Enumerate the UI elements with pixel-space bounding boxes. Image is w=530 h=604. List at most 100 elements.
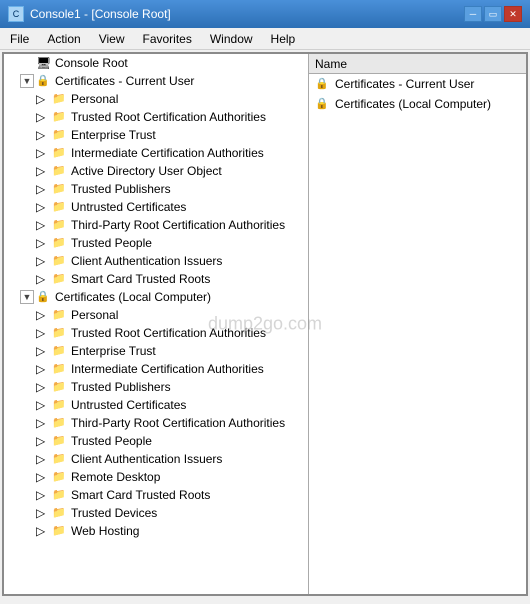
tree-local-computer-child[interactable]: ▷ 📁 Trusted Devices <box>4 504 308 522</box>
folder-icon: 📁 <box>52 326 68 340</box>
tree-current-user-child[interactable]: ▷ 📁 Smart Card Trusted Roots <box>4 270 308 288</box>
expand-placeholder: ▷ <box>36 524 50 538</box>
tree-current-user-child[interactable]: ▷ 📁 Trusted Publishers <box>4 180 308 198</box>
folder-icon: 📁 <box>52 380 68 394</box>
tree-local-computer-child[interactable]: ▷ 📁 Untrusted Certificates <box>4 396 308 414</box>
tree-local-computer-child[interactable]: ▷ 📁 Smart Card Trusted Roots <box>4 486 308 504</box>
tree-child-label: Trusted Root Certification Authorities <box>71 110 266 124</box>
folder-icon: 📁 <box>52 470 68 484</box>
tree-local-computer-child[interactable]: ▷ 📁 Client Authentication Issuers <box>4 450 308 468</box>
menu-bar: File Action View Favorites Window Help <box>0 28 530 50</box>
folder-icon: 📁 <box>52 452 68 466</box>
folder-icon: 📁 <box>52 218 68 232</box>
menu-item-view[interactable]: View <box>91 29 133 49</box>
tree-child-label: Untrusted Certificates <box>71 200 186 214</box>
tree-current-user-child[interactable]: ▷ 📁 Untrusted Certificates <box>4 198 308 216</box>
folder-icon: 📁 <box>52 200 68 214</box>
tree-child-label: Smart Card Trusted Roots <box>71 272 210 286</box>
expand-current-user[interactable]: ▼ <box>20 74 34 88</box>
right-pane-item[interactable]: 🔒 Certificates - Current User <box>309 74 526 94</box>
folder-icon: 📁 <box>52 524 68 538</box>
tree-local-computer-child[interactable]: ▷ 📁 Intermediate Certification Authoriti… <box>4 360 308 378</box>
folder-icon: 📁 <box>52 146 68 160</box>
tree-child-label: Trusted Publishers <box>71 380 171 394</box>
local-computer-children: ▷ 📁 Personal ▷ 📁 Trusted Root Certificat… <box>4 306 308 540</box>
expand-local-computer[interactable]: ▼ <box>20 290 34 304</box>
folder-icon: 📁 <box>52 434 68 448</box>
expand-placeholder: ▷ <box>36 470 50 484</box>
folder-icon: 📁 <box>52 362 68 376</box>
tree-local-computer-child[interactable]: ▷ 📁 Trusted Root Certification Authoriti… <box>4 324 308 342</box>
tree-current-user-child[interactable]: ▷ 📁 Intermediate Certification Authoriti… <box>4 144 308 162</box>
folder-icon: 📁 <box>52 164 68 178</box>
expand-placeholder: ▷ <box>36 506 50 520</box>
folder-icon: 📁 <box>52 506 68 520</box>
root-icon: 🖥 <box>36 56 52 70</box>
expand-placeholder: ▷ <box>36 398 50 412</box>
folder-icon: 📁 <box>52 182 68 196</box>
menu-item-favorites[interactable]: Favorites <box>135 29 200 49</box>
folder-icon: 📁 <box>52 92 68 106</box>
folder-icon: 📁 <box>52 416 68 430</box>
tree-child-label: Intermediate Certification Authorities <box>71 146 264 160</box>
cert-icon-current-user: 🔒 <box>36 74 52 88</box>
tree-current-user-child[interactable]: ▷ 📁 Active Directory User Object <box>4 162 308 180</box>
expand-placeholder: ▷ <box>36 164 50 178</box>
tree-child-label: Intermediate Certification Authorities <box>71 362 264 376</box>
expand-placeholder: ▷ <box>36 200 50 214</box>
expand-placeholder: ▷ <box>36 272 50 286</box>
tree-local-computer-child[interactable]: ▷ 📁 Remote Desktop <box>4 468 308 486</box>
tree-root-node[interactable]: 🖥 Console Root <box>4 54 308 72</box>
expand-placeholder: ▷ <box>36 380 50 394</box>
tree-local-computer-child[interactable]: ▷ 📁 Web Hosting <box>4 522 308 540</box>
restore-button[interactable]: ▭ <box>484 6 502 22</box>
folder-icon: 📁 <box>52 272 68 286</box>
current-user-children: ▷ 📁 Personal ▷ 📁 Trusted Root Certificat… <box>4 90 308 288</box>
folder-icon: 📁 <box>52 110 68 124</box>
folder-icon: 📁 <box>52 344 68 358</box>
tree-current-user-child[interactable]: ▷ 📁 Enterprise Trust <box>4 126 308 144</box>
tree-local-computer-child[interactable]: ▷ 📁 Personal <box>4 306 308 324</box>
close-button[interactable]: ✕ <box>504 6 522 22</box>
expand-placeholder: ▷ <box>36 218 50 232</box>
expand-placeholder: ▷ <box>36 182 50 196</box>
minimize-button[interactable]: ─ <box>464 6 482 22</box>
menu-item-action[interactable]: Action <box>39 29 88 49</box>
tree-current-user-child[interactable]: ▷ 📁 Third-Party Root Certification Autho… <box>4 216 308 234</box>
expand-placeholder: ▷ <box>36 326 50 340</box>
tree-child-label: Trusted People <box>71 236 152 250</box>
tree-current-user-node[interactable]: ▼ 🔒 Certificates - Current User <box>4 72 308 90</box>
tree-local-computer-child[interactable]: ▷ 📁 Enterprise Trust <box>4 342 308 360</box>
expand-placeholder: ▷ <box>36 308 50 322</box>
tree-child-label: Third-Party Root Certification Authoriti… <box>71 218 285 232</box>
menu-item-window[interactable]: Window <box>202 29 261 49</box>
tree-child-label: Web Hosting <box>71 524 139 538</box>
expand-placeholder: ▷ <box>36 344 50 358</box>
folder-icon: 📁 <box>52 254 68 268</box>
folder-icon: 📁 <box>52 308 68 322</box>
cert-icon: 🔒 <box>315 97 331 111</box>
tree-local-computer-child[interactable]: ▷ 📁 Trusted Publishers <box>4 378 308 396</box>
tree-root-label: Console Root <box>55 56 128 70</box>
right-item-label: Certificates - Current User <box>335 77 474 91</box>
right-pane-item[interactable]: 🔒 Certificates (Local Computer) <box>309 94 526 114</box>
tree-current-user-child[interactable]: ▷ 📁 Trusted People <box>4 234 308 252</box>
tree-current-user-child[interactable]: ▷ 📁 Client Authentication Issuers <box>4 252 308 270</box>
right-items: 🔒 Certificates - Current User 🔒 Certific… <box>309 74 526 114</box>
tree-child-label: Trusted Publishers <box>71 182 171 196</box>
tree-current-user-child[interactable]: ▷ 📁 Trusted Root Certification Authoriti… <box>4 108 308 126</box>
tree-current-user-child[interactable]: ▷ 📁 Personal <box>4 90 308 108</box>
expand-placeholder: ▷ <box>36 434 50 448</box>
tree-local-computer-label: Certificates (Local Computer) <box>55 290 211 304</box>
tree-local-computer-child[interactable]: ▷ 📁 Trusted People <box>4 432 308 450</box>
tree-child-label: Active Directory User Object <box>71 164 222 178</box>
tree-local-computer-child[interactable]: ▷ 📁 Third-Party Root Certification Autho… <box>4 414 308 432</box>
title-bar: C Console1 - [Console Root] ─ ▭ ✕ <box>0 0 530 28</box>
cert-icon-local-computer: 🔒 <box>36 290 52 304</box>
menu-item-help[interactable]: Help <box>263 29 304 49</box>
tree-child-label: Enterprise Trust <box>71 128 156 142</box>
tree-local-computer-node[interactable]: ▼ 🔒 Certificates (Local Computer) <box>4 288 308 306</box>
menu-item-file[interactable]: File <box>2 29 37 49</box>
tree-child-label: Personal <box>71 308 118 322</box>
tree-current-user-label: Certificates - Current User <box>55 74 194 88</box>
